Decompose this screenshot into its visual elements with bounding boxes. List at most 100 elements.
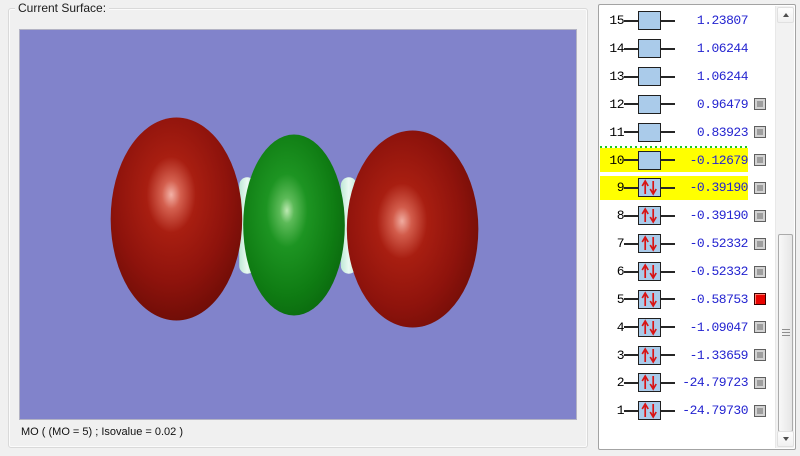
mo-row[interactable]: 5 -0.58753	[600, 285, 770, 313]
mo-energy-value: 0.83923	[696, 124, 749, 140]
mo-number: 3	[616, 347, 625, 363]
mo-energy-value: -0.52332	[689, 264, 749, 280]
mo-visible-checkbox[interactable]	[754, 404, 766, 417]
mo-energy-value: 0.96479	[696, 96, 749, 112]
orbital-occupancy-box	[638, 373, 661, 393]
mo-number: 11	[609, 124, 624, 140]
mo-row-main[interactable]: 8 -0.39190	[600, 204, 749, 228]
mo-row[interactable]: 1 -24.79730	[600, 397, 770, 425]
orbital-occupancy-box	[638, 67, 661, 87]
mo-number: 4	[616, 319, 625, 335]
orbital-occupancy-box	[638, 401, 661, 421]
mo-visible-checkbox[interactable]	[754, 376, 766, 389]
level-line-right	[661, 186, 675, 189]
mo-row[interactable]: 4 -1.09047	[600, 313, 770, 341]
scroll-up-button[interactable]	[777, 7, 794, 23]
mo-row-main[interactable]: 10 -0.12679	[600, 148, 749, 173]
positive-phase-lobe-center	[243, 134, 345, 316]
mo-visible-checkbox[interactable]	[754, 293, 766, 306]
mo-energy-value: 1.06244	[696, 69, 749, 85]
mo-energy-value: -0.12679	[689, 152, 749, 168]
scrollbar-thumb[interactable]	[778, 234, 793, 432]
level-line-left	[624, 409, 638, 412]
spin-pair-arrows-icon	[641, 207, 657, 224]
mo-row-main[interactable]: 15 1.23807	[600, 9, 749, 33]
level-line-left	[624, 19, 638, 22]
mo-visible-checkbox[interactable]	[754, 237, 766, 250]
mo-row-main[interactable]: 1 -24.79730	[600, 399, 749, 423]
orbital-viewport[interactable]	[19, 29, 577, 420]
orbital-occupancy-box	[638, 206, 661, 226]
level-line-left	[624, 214, 638, 217]
mo-row[interactable]: 14 1.06244	[600, 35, 770, 63]
mo-visible-checkbox[interactable]	[754, 126, 766, 139]
mo-number: 13	[609, 69, 624, 85]
mo-row-main[interactable]: 13 1.06244	[600, 65, 749, 89]
surface-description-label: MO ( (MO = 5) ; Isovalue = 0.02 )	[21, 426, 183, 438]
mo-visible-checkbox[interactable]	[754, 265, 766, 278]
orbital-occupancy-box	[638, 317, 661, 337]
mo-row[interactable]: 7 -0.52332	[600, 230, 770, 258]
mo-row[interactable]: 11 0.83923	[600, 118, 770, 146]
mo-row-main[interactable]: 2 -24.79723	[600, 371, 749, 395]
mo-row[interactable]: 12 0.96479	[600, 91, 770, 119]
level-line-right	[661, 131, 675, 134]
spin-pair-arrows-icon	[641, 346, 657, 364]
mo-row-main[interactable]: 6 -0.52332	[600, 260, 749, 284]
mo-energy-value: -0.39190	[689, 180, 749, 196]
mo-row-main[interactable]: 12 0.96479	[600, 92, 749, 116]
spin-pair-arrows-icon	[641, 291, 657, 308]
current-surface-label: Current Surface:	[15, 1, 110, 15]
mo-number: 1	[616, 403, 625, 419]
arrow-up-icon	[782, 13, 789, 17]
mo-row[interactable]: 15 1.23807	[600, 7, 770, 35]
mo-row-main[interactable]: 11 0.83923	[600, 120, 749, 144]
mo-number: 15	[609, 13, 624, 29]
mo-visible-checkbox[interactable]	[754, 349, 766, 362]
mo-row[interactable]: 10 -0.12679	[600, 146, 770, 174]
orbital-occupancy-box	[638, 262, 661, 282]
level-line-left	[624, 298, 638, 301]
mo-row-main[interactable]: 5 -0.58753	[600, 287, 749, 311]
mo-number: 10	[609, 152, 624, 168]
current-surface-groupbox: Current Surface: MO ((MO = 5) ; Isovalu…	[8, 1, 588, 448]
mo-number: 6	[616, 264, 625, 280]
spin-pair-arrows-icon	[641, 179, 657, 197]
mo-number: 14	[609, 41, 624, 57]
mo-row-main[interactable]: 3 -1.33659	[600, 343, 749, 367]
level-line-left	[624, 242, 638, 245]
mo-list-scrollbar[interactable]	[775, 6, 794, 448]
mo-row-main[interactable]: 7 -0.52332	[600, 232, 749, 256]
mo-row[interactable]: 2 -24.79723	[600, 369, 770, 397]
mo-row[interactable]: 13 1.06244	[600, 63, 770, 91]
mo-row-main[interactable]: 4 -1.09047	[600, 315, 749, 339]
level-line-left	[624, 186, 638, 189]
level-line-left	[624, 159, 638, 162]
mo-number: 9	[616, 180, 625, 196]
mo-row[interactable]: 3 -1.33659	[600, 341, 770, 369]
level-line-right	[661, 298, 675, 301]
mo-energy-value: -0.39190	[689, 208, 749, 224]
level-line-right	[661, 103, 675, 106]
mo-visible-checkbox[interactable]	[754, 209, 766, 222]
level-line-right	[661, 354, 675, 357]
mo-visible-checkbox[interactable]	[754, 321, 766, 334]
negative-phase-lobe-left	[110, 117, 243, 321]
level-line-right	[661, 214, 675, 217]
homo-lumo-divider	[600, 146, 748, 148]
scrollbar-grip-icon	[781, 329, 790, 337]
mo-row[interactable]: 6 -0.52332	[600, 258, 770, 286]
mo-row[interactable]: 8 -0.39190	[600, 202, 770, 230]
level-line-left	[624, 75, 638, 78]
spin-pair-arrows-icon	[641, 374, 657, 392]
mo-visible-checkbox[interactable]	[754, 98, 766, 111]
mo-number: 5	[616, 291, 625, 307]
scroll-down-button[interactable]	[777, 431, 794, 447]
mo-row-main[interactable]: 9 -0.39190	[600, 175, 749, 200]
negative-phase-lobe-right	[346, 130, 479, 328]
mo-visible-checkbox[interactable]	[754, 181, 766, 194]
mo-number: 8	[616, 208, 625, 224]
mo-row-main[interactable]: 14 1.06244	[600, 37, 749, 61]
mo-visible-checkbox[interactable]	[754, 154, 766, 167]
mo-row[interactable]: 9 -0.39190	[600, 174, 770, 202]
